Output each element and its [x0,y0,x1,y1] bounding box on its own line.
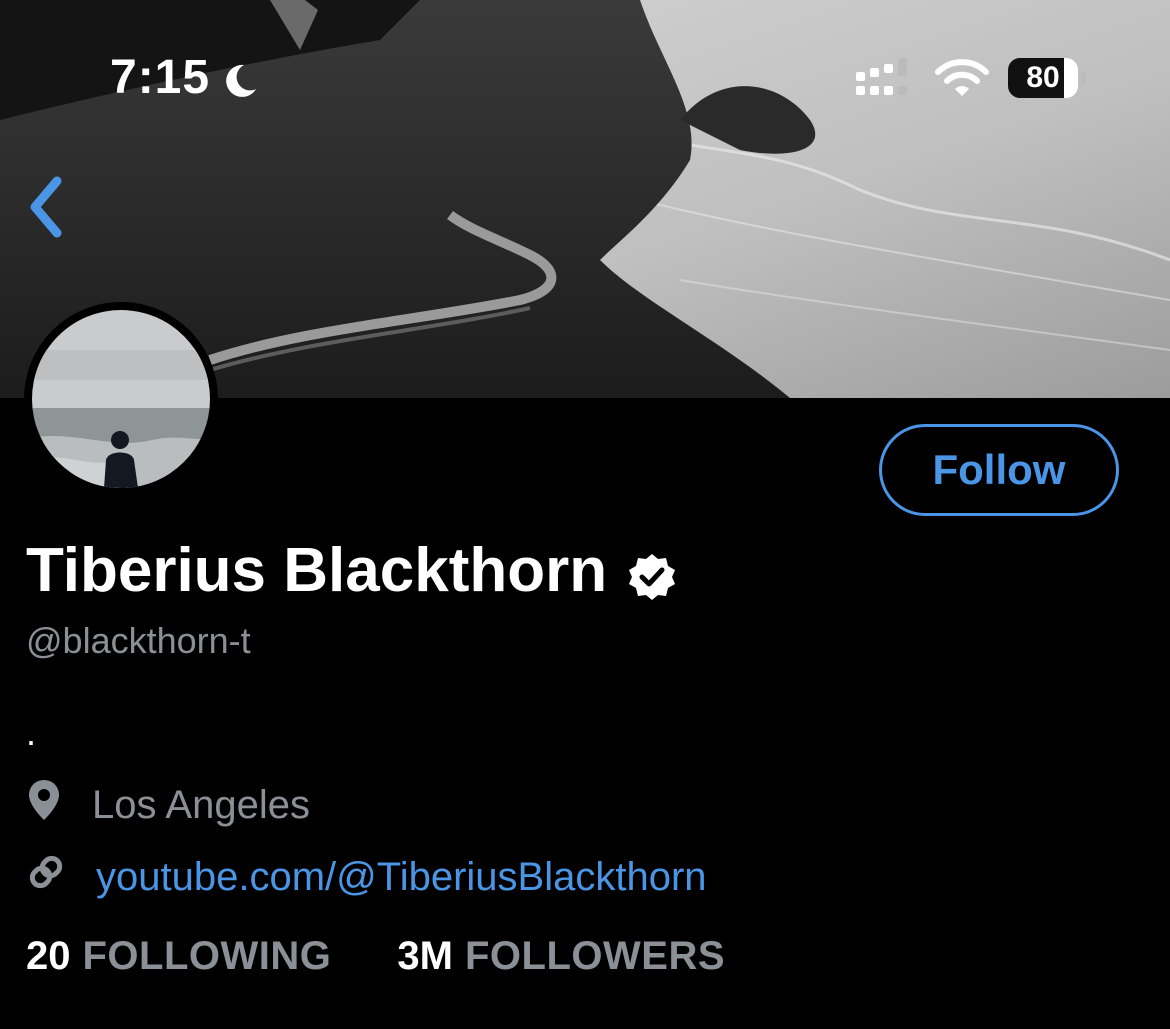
follow-button[interactable]: Follow [879,424,1119,516]
map-pin-icon [26,778,62,832]
profile-stats: 20 FOLLOWING 3M FOLLOWERS [26,934,725,979]
following-count: 20 [26,934,71,978]
battery-level-text: 80 [1026,61,1060,94]
profile-location: Los Angeles [26,778,310,832]
profile-bio: . [26,712,37,753]
link-icon [26,850,66,904]
profile-handle: @blackthorn-t [26,620,251,661]
avatar-photo [32,310,210,488]
moon-icon [220,58,260,98]
followers-label: FOLLOWERS [464,934,726,978]
followers-count: 3M [397,934,453,978]
battery-tip [1081,71,1086,85]
wifi-icon [934,58,990,103]
profile-display-name: Tiberius Blackthorn [26,535,677,606]
display-name-text: Tiberius Blackthorn [26,536,608,605]
chevron-left-icon [30,176,62,238]
profile-avatar[interactable] [24,302,218,496]
signal-icon [854,58,914,103]
website-link[interactable]: youtube.com/@TiberiusBlackthorn [96,855,707,900]
battery-icon: 80 [1008,58,1090,98]
profile-website: youtube.com/@TiberiusBlackthorn [26,850,707,904]
followers-stat[interactable]: 3M FOLLOWERS [397,934,725,979]
verified-badge-icon[interactable] [627,546,677,600]
following-stat[interactable]: 20 FOLLOWING [26,934,331,979]
location-text: Los Angeles [92,782,310,827]
back-button[interactable] [22,172,72,242]
time-text: 7:15 [110,51,211,104]
status-time: 7:15 [110,50,260,105]
battery-body: 80 [1008,58,1078,98]
following-label: FOLLOWING [82,934,332,978]
status-bar: 7:15 80 [0,0,1170,150]
